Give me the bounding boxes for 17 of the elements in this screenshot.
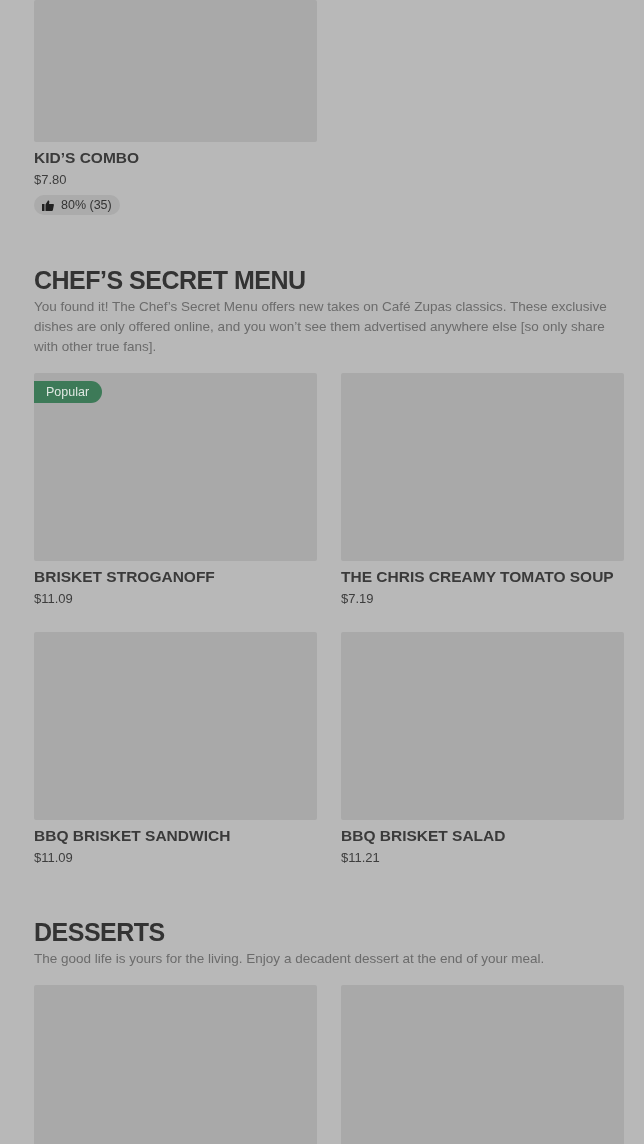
dish-name[interactable]: BRISKET STROGANOFF [34, 567, 317, 587]
dish-price: $11.09 [34, 849, 74, 867]
section-title: DESSERTS [34, 917, 166, 947]
section-title: CHEF’S SECRET MENU [34, 265, 307, 295]
dish-name[interactable]: BBQ BRISKET SANDWICH [34, 826, 317, 846]
dish-price: $11.21 [341, 849, 381, 867]
section-description: The good life is yours for the living. Enjoy a decadent dessert at the end of your meal. [34, 950, 546, 968]
popular-badge: Popular [34, 381, 103, 403]
section-description: You found it! The Chef’s Secret Menu offers new takes on Café Zupas classics. These exclusive dishes are only offered online, and you won’t see them advertised anywhere else [so only share with other true fans]. [34, 298, 608, 356]
dish-name[interactable]: BBQ BRISKET SALAD [341, 826, 624, 846]
dish-price: $7.80 [34, 171, 68, 189]
dish-price: $11.09 [34, 590, 74, 608]
dish-price: $7.19 [341, 590, 375, 608]
dish-name[interactable]: KID’S COMBO [34, 148, 317, 168]
dish-name[interactable]: THE CHRIS CREAMY TOMATO SOUP [341, 567, 624, 587]
rating-text: 80% (35) [61, 198, 112, 212]
thumbs-up-icon [42, 199, 54, 211]
